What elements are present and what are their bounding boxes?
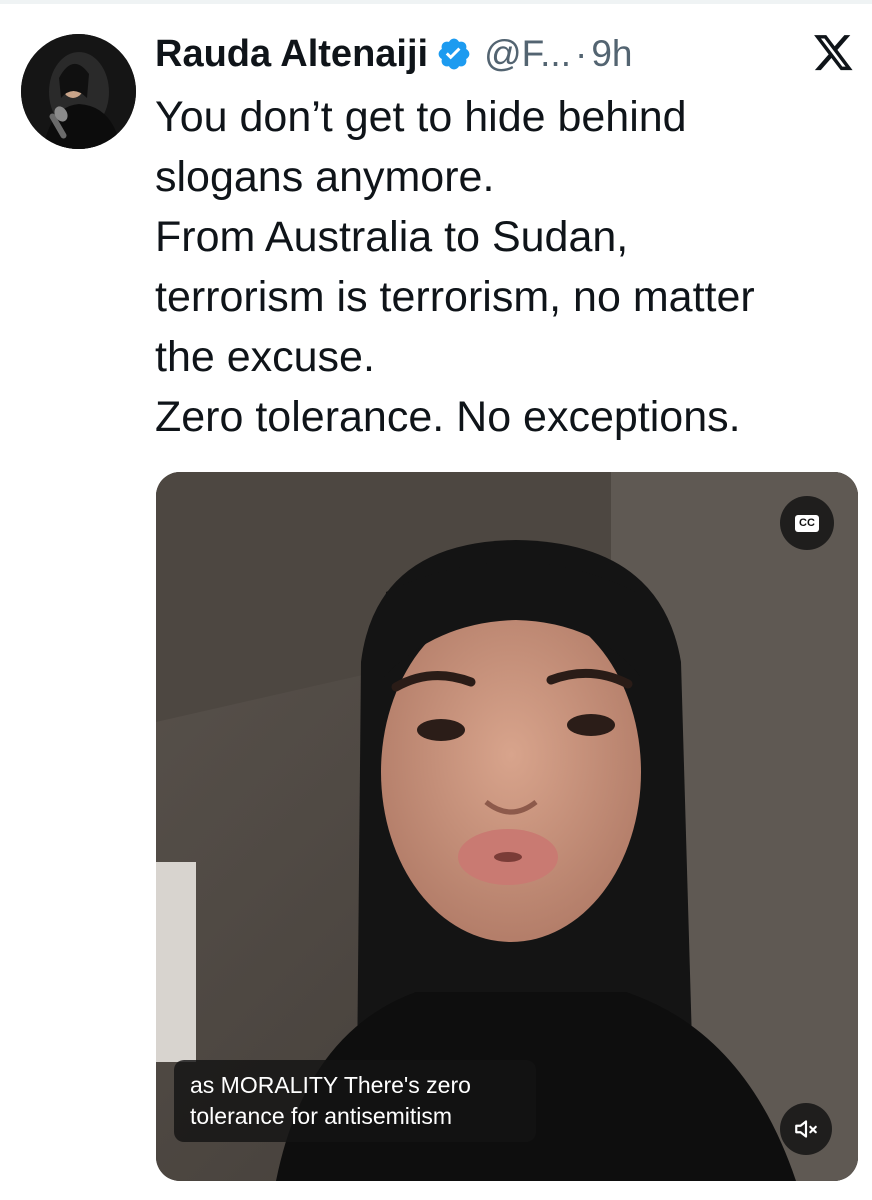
video-player[interactable]: CC as MORALITY There's zero tolerance fo…: [156, 472, 858, 1181]
caption-line: tolerance for antisemitism: [190, 1103, 453, 1129]
avatar-photo: [21, 34, 136, 149]
x-logo-icon[interactable]: [814, 35, 854, 72]
tweet-text-line: Zero tolerance. No exceptions.: [155, 393, 741, 441]
cc-icon: CC: [795, 514, 819, 532]
verified-badge-icon: [436, 36, 472, 72]
tweet-text-line: the excuse.: [155, 333, 375, 381]
tweet-text-line: From Australia to Sudan,: [155, 213, 629, 261]
tweet-text-line: You don’t get to hide behind: [155, 93, 687, 141]
separator-dot: ·: [575, 33, 588, 74]
tweet-header: Rauda Altenaiji @F... · 9h: [155, 26, 632, 82]
mute-button[interactable]: [780, 1103, 832, 1155]
tweet-text: You don’t get to hide behind slogans any…: [155, 87, 855, 447]
speaker-muted-icon: [795, 1120, 817, 1138]
caption-line: as MORALITY There's zero: [190, 1072, 471, 1098]
video-caption: as MORALITY There's zero tolerance for a…: [174, 1060, 536, 1142]
tweet-timestamp[interactable]: 9h: [591, 33, 632, 75]
avatar[interactable]: [21, 34, 136, 149]
top-divider: [0, 0, 872, 4]
author-display-name[interactable]: Rauda Altenaiji: [155, 33, 428, 76]
author-handle[interactable]: @F...: [484, 33, 571, 75]
tweet-text-line: slogans anymore.: [155, 153, 495, 201]
captions-button[interactable]: CC: [780, 496, 834, 550]
tweet-text-line: terrorism is terrorism, no matter: [155, 273, 755, 321]
